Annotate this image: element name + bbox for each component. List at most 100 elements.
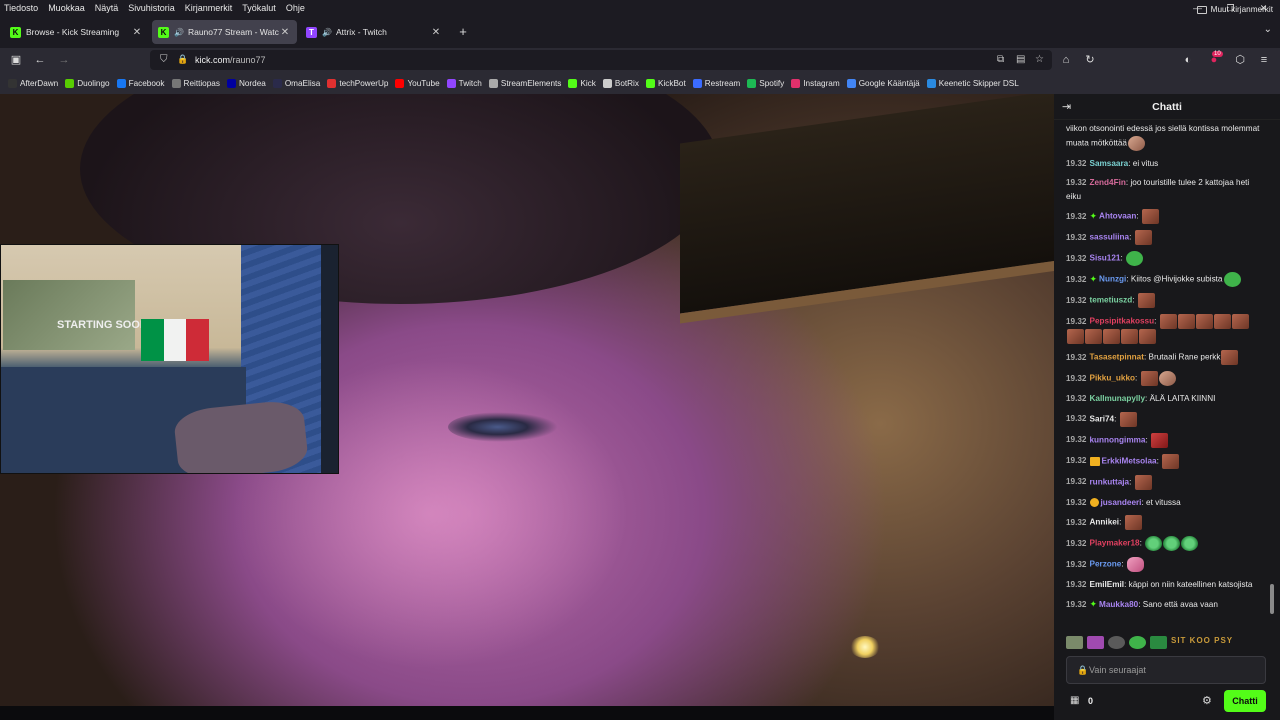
crown-badge-icon[interactable]	[1089, 456, 1100, 466]
lock-icon[interactable]: 🔒	[177, 54, 188, 65]
stream-video-player[interactable]: STARTING SOON	[0, 94, 1054, 706]
brown-emote-icon[interactable]	[1103, 329, 1120, 344]
face-emote-icon[interactable]	[1127, 135, 1145, 151]
message-username[interactable]: EmilEmil	[1090, 580, 1125, 589]
pink-emote-icon[interactable]	[1126, 557, 1144, 572]
message-username[interactable]: Kallmunapyllу	[1090, 394, 1146, 403]
message-username[interactable]: temetiuszd	[1090, 296, 1133, 305]
emote[interactable]	[1129, 635, 1146, 649]
url-text[interactable]: kick.com/rauno77	[195, 55, 266, 65]
emote[interactable]	[1087, 635, 1104, 649]
chat-scrollbar[interactable]	[1270, 584, 1274, 614]
bookmark-item[interactable]: OmaElisa	[272, 78, 320, 88]
send-chat-button[interactable]: Chatti	[1224, 690, 1266, 712]
sub-badge-icon[interactable]: ✦	[1090, 273, 1098, 287]
brown-emote-icon[interactable]	[1121, 329, 1138, 344]
picture-in-picture-icon[interactable]: ⧉	[997, 54, 1004, 65]
bookmark-item[interactable]: BotRix	[602, 78, 639, 88]
close-tab-icon[interactable]: ✕	[279, 27, 291, 38]
tab-attrix-twitch[interactable]: T 🔊 Attrix - Twitch ✕	[300, 20, 448, 44]
sub-badge-icon[interactable]: ✦	[1090, 210, 1098, 224]
message-username[interactable]: Zend4Fin	[1090, 178, 1126, 187]
extensions-puzzle-icon[interactable]: ⬡	[1232, 52, 1248, 68]
menu-item[interactable]: Näytä	[90, 3, 124, 13]
menu-item[interactable]: Muokkaa	[43, 3, 90, 13]
message-username[interactable]: Playmaker18	[1090, 539, 1140, 548]
close-tab-icon[interactable]: ✕	[430, 27, 442, 38]
bookmark-item[interactable]: Keenetic Skipper DSL	[926, 78, 1019, 88]
message-username[interactable]: Sari74	[1090, 414, 1115, 423]
chat-input-box[interactable]: 🔒	[1066, 656, 1266, 684]
sub-badge-icon[interactable]: ✦	[1090, 598, 1098, 612]
reload-icon[interactable]: ↻	[1082, 52, 1098, 68]
green-emote-icon[interactable]	[1163, 536, 1181, 551]
message-username[interactable]: Maukka80	[1099, 600, 1138, 609]
bookmark-item[interactable]: AfterDawn	[8, 78, 58, 88]
message-username[interactable]: Ahtovaan	[1099, 212, 1136, 221]
brown-emote-icon[interactable]	[1085, 329, 1102, 344]
speaker-icon[interactable]: 🔊	[322, 28, 332, 37]
new-tab-button[interactable]: +	[456, 24, 470, 40]
brown-emote-icon[interactable]	[1231, 314, 1249, 329]
face-emote-icon[interactable]	[1158, 371, 1176, 386]
brown-emote-icon[interactable]	[1221, 350, 1239, 365]
bookmark-star-icon[interactable]: ☆	[1035, 54, 1044, 65]
shield-icon[interactable]: ⛉	[160, 54, 168, 65]
message-username[interactable]: jusandeeri	[1101, 498, 1142, 507]
bookmark-item[interactable]: Restream	[692, 78, 740, 88]
brown-emote-icon[interactable]	[1177, 314, 1195, 329]
pepe-emote-icon[interactable]	[1126, 251, 1144, 266]
address-bar[interactable]: ⛉ 🔒 kick.com/rauno77 ⧉ ▤ ☆	[150, 50, 1052, 70]
account-icon[interactable]: ◐	[1180, 52, 1196, 68]
reader-view-icon[interactable]: ▤	[1016, 54, 1025, 65]
back-arrow-icon[interactable]: ←	[32, 52, 48, 68]
message-username[interactable]: Sisu121	[1090, 254, 1121, 263]
message-username[interactable]: runkuttaja	[1090, 477, 1130, 486]
close-tab-icon[interactable]: ✕	[131, 27, 143, 38]
message-username[interactable]: Pepsipitkakossu	[1090, 317, 1155, 326]
menu-item[interactable]: Työkalut	[237, 3, 281, 13]
menu-item[interactable]: Sivuhistoria	[123, 3, 180, 13]
list-all-tabs-button[interactable]: ⌄	[1264, 24, 1272, 35]
coin-badge-icon[interactable]	[1089, 497, 1099, 507]
brown-emote-icon[interactable]	[1124, 515, 1142, 530]
brown-emote-icon[interactable]	[1137, 293, 1155, 308]
bookmark-item[interactable]: Instagram	[791, 78, 840, 88]
brown-emote-icon[interactable]	[1159, 314, 1177, 329]
message-username[interactable]: Tasasetpinnat	[1090, 353, 1144, 362]
emote[interactable]	[1108, 635, 1125, 649]
forward-arrow-icon[interactable]: →	[56, 52, 72, 68]
pepe-emote-icon[interactable]	[1223, 272, 1241, 287]
bookmark-item[interactable]: Spotify	[747, 78, 784, 88]
emote[interactable]	[1150, 635, 1167, 649]
brown-emote-icon[interactable]	[1195, 314, 1213, 329]
other-bookmarks[interactable]: Muut kirjanmerkit	[1196, 5, 1273, 14]
menu-item[interactable]: Ohje	[281, 3, 310, 13]
bookmark-item[interactable]: Duolingo	[65, 78, 110, 88]
chat-input[interactable]	[1089, 662, 1259, 678]
bookmark-item[interactable]: Kick	[568, 78, 596, 88]
bookmark-item[interactable]: Nordea	[226, 78, 266, 88]
brown-emote-icon[interactable]	[1119, 411, 1137, 427]
emote[interactable]	[1066, 635, 1083, 649]
brown-emote-icon[interactable]	[1067, 329, 1084, 344]
bookmark-item[interactable]: StreamElements	[488, 78, 561, 88]
green-emote-icon[interactable]	[1145, 536, 1163, 551]
brown-emote-icon[interactable]	[1134, 230, 1152, 245]
emote-strip-text[interactable]: SIT KOO PSY	[1171, 636, 1233, 649]
brown-emote-icon[interactable]	[1134, 474, 1152, 490]
message-username[interactable]: Pikku_ukko	[1090, 374, 1136, 383]
bookmark-item[interactable]: Facebook	[116, 78, 165, 88]
gear-icon[interactable]: ⚙	[1202, 694, 1212, 707]
bookmark-item[interactable]: YouTube	[395, 78, 440, 88]
message-username[interactable]: Annikei	[1090, 518, 1120, 527]
message-username[interactable]: Samsaara	[1090, 159, 1129, 168]
brown-emote-icon[interactable]	[1162, 453, 1180, 469]
message-username[interactable]: Nunzgi	[1099, 275, 1126, 284]
message-username[interactable]: sassuliina	[1090, 233, 1130, 242]
message-username[interactable]: Perzone	[1090, 560, 1122, 569]
home-icon[interactable]: ⌂	[1058, 52, 1074, 68]
bookmark-item[interactable]: techPowerUp	[327, 78, 388, 88]
bookmark-item[interactable]: Reittiopas	[171, 78, 220, 88]
tab-browse-kick[interactable]: K Browse - Kick Streaming ✕	[4, 20, 149, 44]
